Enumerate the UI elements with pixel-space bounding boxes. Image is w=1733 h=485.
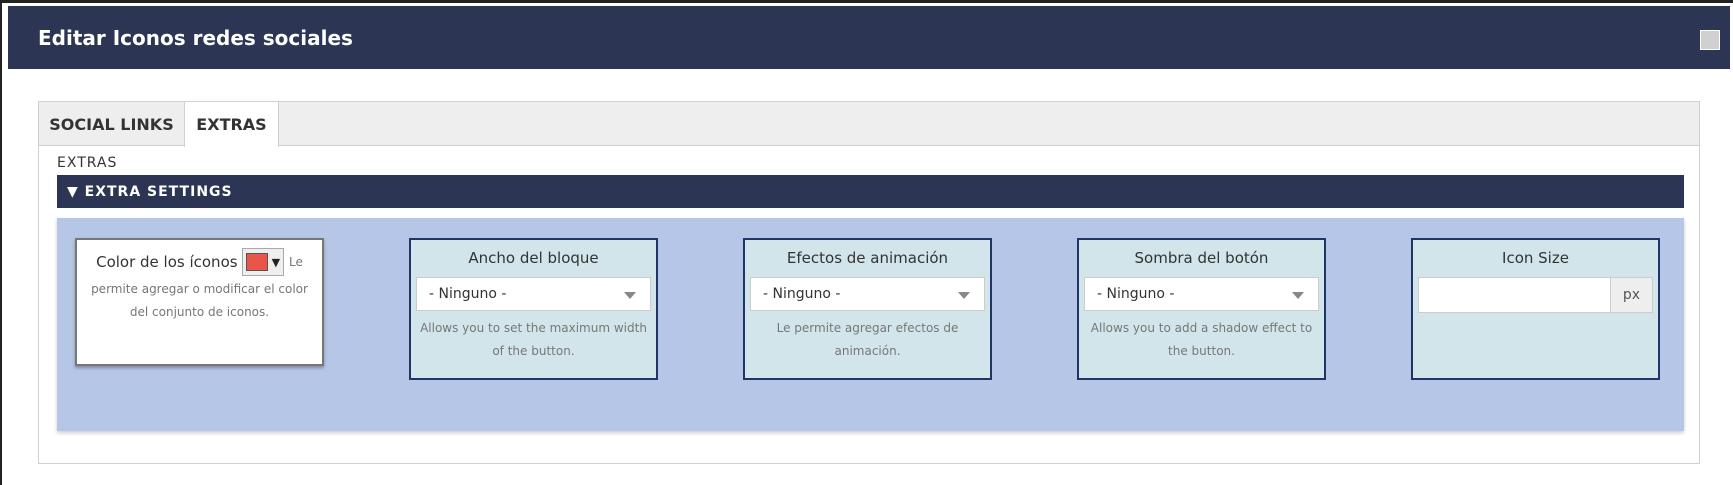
close-icon[interactable]	[1700, 30, 1720, 50]
color-field-desc: permite agregar o modificar el color del…	[91, 282, 308, 319]
settings-area: Color de los íconos ▼ Le permite agregar…	[57, 218, 1684, 431]
block-width-value: - Ninguno -	[429, 286, 507, 302]
icon-size-unit: px	[1611, 277, 1653, 313]
color-picker[interactable]: ▼	[241, 248, 285, 276]
chevron-down-icon	[1292, 292, 1304, 299]
tab-bar: SOCIAL LINKS EXTRAS	[39, 102, 1699, 147]
shadow-desc: Allows you to add a shadow effect to the…	[1090, 321, 1313, 358]
color-swatch	[245, 253, 268, 271]
icon-size-label: Icon Size	[1502, 249, 1569, 267]
chevron-down-icon	[958, 292, 970, 299]
block-width-desc: Allows you to set the maximum width of t…	[420, 321, 647, 358]
animation-desc: Le permite agregar efectos de animación.	[776, 321, 959, 358]
icon-size-card: Icon Size px	[1411, 238, 1660, 380]
modal-title: Editar Iconos redes sociales	[38, 26, 353, 50]
chevron-down-icon: ▼	[271, 255, 281, 269]
color-field-desc-lead: Le	[289, 255, 303, 269]
modal-titlebar: Editar Iconos redes sociales	[8, 6, 1730, 69]
block-width-select[interactable]: - Ninguno -	[416, 277, 651, 311]
animation-select[interactable]: - Ninguno -	[750, 277, 985, 311]
color-field-card: Color de los íconos ▼ Le permite agregar…	[75, 238, 324, 366]
edit-modal: Editar Iconos redes sociales SOCIAL LINK…	[0, 0, 1733, 485]
block-width-label: Ancho del bloque	[468, 249, 599, 267]
color-field-label: Color de los íconos	[96, 253, 238, 271]
tabs-panel: SOCIAL LINKS EXTRAS EXTRAS ▼ EXTRA SETTI…	[38, 101, 1700, 464]
shadow-select[interactable]: - Ninguno -	[1084, 277, 1319, 311]
shadow-card: Sombra del botón - Ninguno - Allows you …	[1077, 238, 1326, 380]
animation-label: Efectos de animación	[786, 249, 949, 267]
icon-size-group: px	[1418, 277, 1653, 313]
animation-value: - Ninguno -	[763, 286, 841, 302]
animation-card: Efectos de animación - Ninguno - Le perm…	[743, 238, 992, 380]
extra-settings-header[interactable]: ▼ EXTRA SETTINGS	[57, 175, 1684, 208]
section-label: EXTRAS	[57, 155, 118, 171]
shadow-label: Sombra del botón	[1134, 249, 1269, 267]
tab-extras[interactable]: EXTRAS	[184, 102, 279, 147]
shadow-value: - Ninguno -	[1097, 286, 1175, 302]
block-width-card: Ancho del bloque - Ninguno - Allows you …	[409, 238, 658, 380]
icon-size-input[interactable]	[1418, 277, 1611, 313]
chevron-down-icon	[624, 292, 636, 299]
tab-social-links[interactable]: SOCIAL LINKS	[39, 102, 184, 146]
